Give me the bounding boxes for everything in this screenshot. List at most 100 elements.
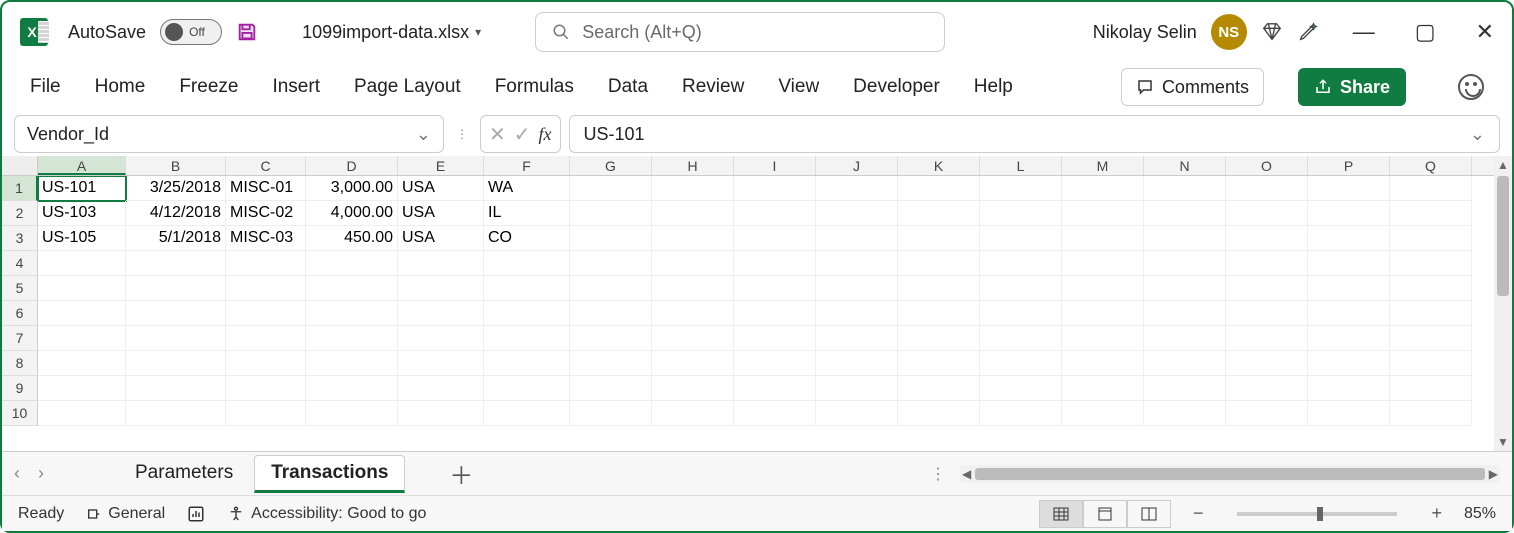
cell[interactable]: [1062, 301, 1144, 326]
cell[interactable]: WA: [484, 176, 570, 201]
zoom-out-button[interactable]: −: [1193, 503, 1204, 524]
cell[interactable]: [980, 176, 1062, 201]
cell[interactable]: [652, 401, 734, 426]
cell[interactable]: [38, 351, 126, 376]
cell[interactable]: [1144, 201, 1226, 226]
cell[interactable]: [126, 276, 226, 301]
user-avatar[interactable]: NS: [1211, 14, 1247, 50]
cell[interactable]: [1226, 251, 1308, 276]
pen-sparkle-icon[interactable]: [1297, 21, 1319, 43]
column-header[interactable]: B: [126, 156, 226, 175]
cell[interactable]: [652, 301, 734, 326]
cell[interactable]: [816, 351, 898, 376]
cell[interactable]: [226, 401, 306, 426]
ribbon-tab-home[interactable]: Home: [95, 76, 146, 98]
cell[interactable]: 4,000.00: [306, 201, 398, 226]
row-header[interactable]: 9: [2, 376, 38, 401]
cell[interactable]: [1062, 251, 1144, 276]
cell[interactable]: [306, 276, 398, 301]
cell[interactable]: [226, 276, 306, 301]
more-options-icon[interactable]: ⋮: [930, 464, 946, 484]
cell[interactable]: [898, 326, 980, 351]
cell[interactable]: [1062, 351, 1144, 376]
cell[interactable]: [734, 176, 816, 201]
cell[interactable]: [898, 351, 980, 376]
cell[interactable]: USA: [398, 226, 484, 251]
cell[interactable]: [484, 401, 570, 426]
cell[interactable]: [1390, 176, 1472, 201]
cell[interactable]: [1390, 301, 1472, 326]
cell[interactable]: [38, 376, 126, 401]
cell[interactable]: [980, 251, 1062, 276]
cell[interactable]: [1144, 376, 1226, 401]
cell[interactable]: [1390, 251, 1472, 276]
cell[interactable]: [1390, 326, 1472, 351]
cell[interactable]: [398, 326, 484, 351]
view-page-break-button[interactable]: [1127, 500, 1171, 528]
cell[interactable]: IL: [484, 201, 570, 226]
cell[interactable]: [652, 376, 734, 401]
cell[interactable]: [1390, 401, 1472, 426]
cell[interactable]: [1226, 276, 1308, 301]
scroll-thumb[interactable]: [1497, 176, 1509, 296]
column-header[interactable]: O: [1226, 156, 1308, 175]
sheet-prev-icon[interactable]: ‹: [14, 463, 20, 484]
formula-input[interactable]: US-101 ⌄: [569, 115, 1500, 153]
cell[interactable]: [1308, 276, 1390, 301]
view-page-layout-button[interactable]: [1083, 500, 1127, 528]
maximize-button[interactable]: ▢: [1415, 19, 1436, 45]
vertical-scrollbar[interactable]: ▲ ▼: [1494, 156, 1512, 451]
column-header[interactable]: A: [38, 156, 126, 175]
cell[interactable]: MISC-01: [226, 176, 306, 201]
cell[interactable]: [980, 351, 1062, 376]
add-sheet-button[interactable]: ＋: [449, 456, 473, 491]
cell[interactable]: [1226, 226, 1308, 251]
cell[interactable]: [570, 376, 652, 401]
row-header[interactable]: 8: [2, 351, 38, 376]
cell[interactable]: [898, 401, 980, 426]
cell[interactable]: [652, 326, 734, 351]
cell[interactable]: [980, 326, 1062, 351]
cell[interactable]: [570, 326, 652, 351]
column-header[interactable]: L: [980, 156, 1062, 175]
column-header[interactable]: M: [1062, 156, 1144, 175]
cell[interactable]: [306, 351, 398, 376]
cell[interactable]: [652, 251, 734, 276]
cell[interactable]: [1308, 251, 1390, 276]
cell[interactable]: [306, 251, 398, 276]
cell[interactable]: [1226, 401, 1308, 426]
scroll-right-icon[interactable]: ▶: [1489, 467, 1498, 481]
cell[interactable]: [1062, 226, 1144, 251]
cell[interactable]: [398, 376, 484, 401]
cell[interactable]: [898, 176, 980, 201]
cell[interactable]: [734, 226, 816, 251]
cell[interactable]: [652, 276, 734, 301]
cell[interactable]: [1062, 201, 1144, 226]
cell[interactable]: [652, 351, 734, 376]
cell[interactable]: [734, 351, 816, 376]
share-button[interactable]: Share: [1298, 68, 1406, 106]
cell[interactable]: [484, 326, 570, 351]
cell[interactable]: [306, 326, 398, 351]
cell[interactable]: [980, 301, 1062, 326]
cell[interactable]: [306, 301, 398, 326]
cell[interactable]: [1144, 301, 1226, 326]
comments-button[interactable]: Comments: [1121, 68, 1264, 106]
cell[interactable]: [38, 401, 126, 426]
cell[interactable]: [38, 326, 126, 351]
cell[interactable]: [126, 401, 226, 426]
cell[interactable]: [570, 201, 652, 226]
fx-icon[interactable]: fx: [539, 124, 552, 145]
cell[interactable]: [1390, 226, 1472, 251]
cell[interactable]: 450.00: [306, 226, 398, 251]
cell[interactable]: [734, 376, 816, 401]
cell[interactable]: [1226, 201, 1308, 226]
cell[interactable]: 5/1/2018: [126, 226, 226, 251]
cell[interactable]: [226, 376, 306, 401]
cell[interactable]: [1144, 276, 1226, 301]
sheet-next-icon[interactable]: ›: [38, 463, 44, 484]
cell[interactable]: [1144, 226, 1226, 251]
spreadsheet-grid[interactable]: ABCDEFGHIJKLMNOPQ 1US-1013/25/2018MISC-0…: [2, 156, 1512, 451]
column-header[interactable]: F: [484, 156, 570, 175]
cell[interactable]: [398, 351, 484, 376]
